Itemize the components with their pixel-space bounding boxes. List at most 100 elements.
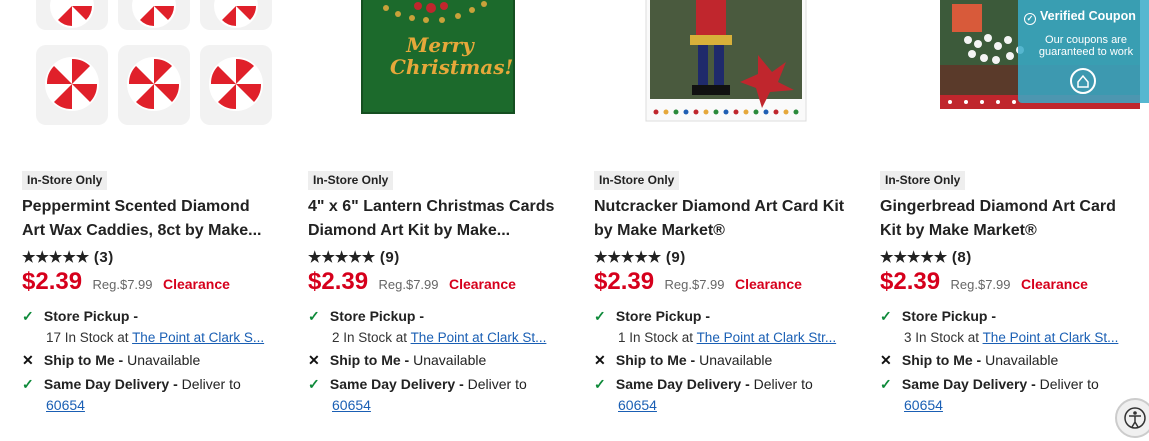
deliver-to-text: Deliver to — [181, 376, 241, 392]
product-title-line1[interactable]: Peppermint Scented Diamond — [22, 195, 284, 219]
product-title-line2[interactable]: Kit by Make Market® — [880, 219, 1142, 243]
same-day-delivery-label: Same Day Delivery - — [43, 376, 178, 392]
rating[interactable]: ★★★★★ (9) — [308, 248, 400, 266]
deliver-to-text: Deliver to — [753, 376, 813, 392]
product-card-nutcracker[interactable]: In-Store Only Nutcracker Diamond Art Car… — [572, 0, 858, 431]
store-pickup-label: Store Pickup - — [901, 308, 997, 324]
ship-to-me-label: Ship to Me - — [43, 352, 124, 368]
store-link[interactable]: The Point at Clark St... — [983, 330, 1119, 345]
product-title-line2[interactable]: Diamond Art Kit by Make... — [308, 219, 570, 243]
ship-status: Unavailable — [699, 352, 773, 368]
product-title-line2[interactable]: by Make Market® — [594, 219, 856, 243]
sale-price: $2.39 — [880, 268, 941, 295]
price-row: $2.39 Reg.$7.99 Clearance — [22, 268, 230, 298]
sale-price: $2.39 — [594, 268, 655, 295]
store-pickup-row: ✓ Store Pickup - — [22, 308, 138, 325]
product-title[interactable]: Nutcracker Diamond Art Card Kit by Make … — [594, 195, 856, 243]
product-card-lantern-cards[interactable]: Merry Christmas! In-Store Only 4" x 6" L… — [286, 0, 572, 431]
regular-price: Reg.$7.99 — [950, 277, 1011, 292]
ship-status: Unavailable — [127, 352, 201, 368]
regular-price: Reg.$7.99 — [92, 277, 153, 292]
shield-check-icon: ✓ — [1024, 13, 1036, 25]
coupon-tag-icon[interactable] — [1070, 68, 1096, 94]
check-icon: ✓ — [880, 308, 892, 324]
sale-price: $2.39 — [308, 268, 369, 295]
product-title-line1[interactable]: Nutcracker Diamond Art Card Kit — [594, 195, 856, 219]
stock-text: 3 In Stock at — [904, 330, 983, 345]
rating[interactable]: ★★★★★ (8) — [880, 248, 972, 266]
close-x-icon: ✕ — [880, 352, 892, 368]
price-row: $2.39 Reg.$7.99 Clearance — [880, 268, 1088, 298]
ship-to-me-label: Ship to Me - — [615, 352, 696, 368]
price-row: $2.39 Reg.$7.99 Clearance — [308, 268, 516, 298]
product-title-line2[interactable]: Art Wax Caddies, 8ct by Make... — [22, 219, 284, 243]
zip-code-link[interactable]: 60654 — [618, 397, 657, 413]
close-x-icon: ✕ — [22, 352, 34, 368]
ship-to-me-label: Ship to Me - — [329, 352, 410, 368]
check-icon: ✓ — [594, 376, 606, 392]
zip-code-link[interactable]: 60654 — [46, 397, 85, 413]
check-icon: ✓ — [22, 308, 34, 324]
stock-info: 3 In Stock at The Point at Clark St... — [904, 330, 1142, 345]
deliver-to-text: Deliver to — [1039, 376, 1099, 392]
same-day-delivery-row: ✓ Same Day Delivery - Deliver to — [880, 376, 1099, 393]
product-title-line1[interactable]: 4" x 6" Lantern Christmas Cards — [308, 195, 570, 219]
same-day-delivery-row: ✓ Same Day Delivery - Deliver to — [594, 376, 813, 393]
product-title-line1[interactable]: Gingerbread Diamond Art Card — [880, 195, 1142, 219]
product-image[interactable] — [572, 0, 858, 135]
product-image[interactable]: Merry Christmas! — [286, 0, 572, 135]
price-row: $2.39 Reg.$7.99 Clearance — [594, 268, 802, 298]
clearance-label: Clearance — [734, 276, 802, 292]
rating[interactable]: ★★★★★ (3) — [22, 248, 114, 266]
store-pickup-row: ✓ Store Pickup - — [308, 308, 424, 325]
sale-price: $2.39 — [22, 268, 83, 295]
review-count[interactable]: (3) — [94, 249, 114, 266]
star-rating-icon: ★★★★★ — [594, 249, 662, 266]
store-pickup-label: Store Pickup - — [329, 308, 425, 324]
zip-code-link[interactable]: 60654 — [332, 397, 371, 413]
same-day-delivery-label: Same Day Delivery - — [329, 376, 464, 392]
store-link[interactable]: The Point at Clark S... — [132, 330, 264, 345]
ship-status: Unavailable — [413, 352, 487, 368]
same-day-delivery-row: ✓ Same Day Delivery - Deliver to — [22, 376, 241, 393]
close-x-icon: ✕ — [594, 352, 606, 368]
check-icon: ✓ — [22, 376, 34, 392]
in-store-only-badge: In-Store Only — [22, 171, 108, 190]
accessibility-icon[interactable] — [1115, 398, 1149, 438]
card-greeting: Merry Christmas! — [390, 34, 513, 78]
review-count[interactable]: (8) — [952, 249, 972, 266]
zip-code-link[interactable]: 60654 — [904, 397, 943, 413]
store-link[interactable]: The Point at Clark St... — [411, 330, 547, 345]
store-link[interactable]: The Point at Clark Str... — [697, 330, 837, 345]
regular-price: Reg.$7.99 — [664, 277, 725, 292]
clearance-label: Clearance — [448, 276, 516, 292]
clearance-label: Clearance — [162, 276, 230, 292]
verified-coupon-subtitle: Our coupons are guaranteed to work — [1038, 34, 1134, 58]
check-icon: ✓ — [880, 376, 892, 392]
review-count[interactable]: (9) — [666, 249, 686, 266]
verified-coupon-title-text: Verified Coupon — [1040, 9, 1136, 23]
check-icon: ✓ — [594, 308, 606, 324]
regular-price: Reg.$7.99 — [378, 277, 439, 292]
clearance-label: Clearance — [1020, 276, 1088, 292]
stock-info: 2 In Stock at The Point at Clark St... — [332, 330, 570, 345]
star-rating-icon: ★★★★★ — [22, 249, 90, 266]
deliver-to-text: Deliver to — [467, 376, 527, 392]
ship-status: Unavailable — [985, 352, 1059, 368]
star-rating-icon: ★★★★★ — [880, 249, 948, 266]
in-store-only-badge: In-Store Only — [880, 171, 966, 190]
product-card-peppermint[interactable]: In-Store Only Peppermint Scented Diamond… — [0, 0, 286, 431]
product-grid: In-Store Only Peppermint Scented Diamond… — [0, 0, 1149, 431]
stock-text: 1 In Stock at — [618, 330, 697, 345]
review-count[interactable]: (9) — [380, 249, 400, 266]
product-title[interactable]: Gingerbread Diamond Art Card Kit by Make… — [880, 195, 1142, 243]
verified-coupon-overlay[interactable]: ✓ Verified Coupon Our coupons are guarant… — [1018, 0, 1149, 103]
product-title[interactable]: 4" x 6" Lantern Christmas Cards Diamond … — [308, 195, 570, 243]
same-day-delivery-label: Same Day Delivery - — [615, 376, 750, 392]
product-image[interactable] — [0, 0, 286, 135]
ship-to-me-row: ✕ Ship to Me - Unavailable — [880, 352, 1058, 369]
close-x-icon: ✕ — [308, 352, 320, 368]
rating[interactable]: ★★★★★ (9) — [594, 248, 686, 266]
verified-coupon-title: ✓ Verified Coupon — [1024, 9, 1136, 25]
product-title[interactable]: Peppermint Scented Diamond Art Wax Caddi… — [22, 195, 284, 243]
